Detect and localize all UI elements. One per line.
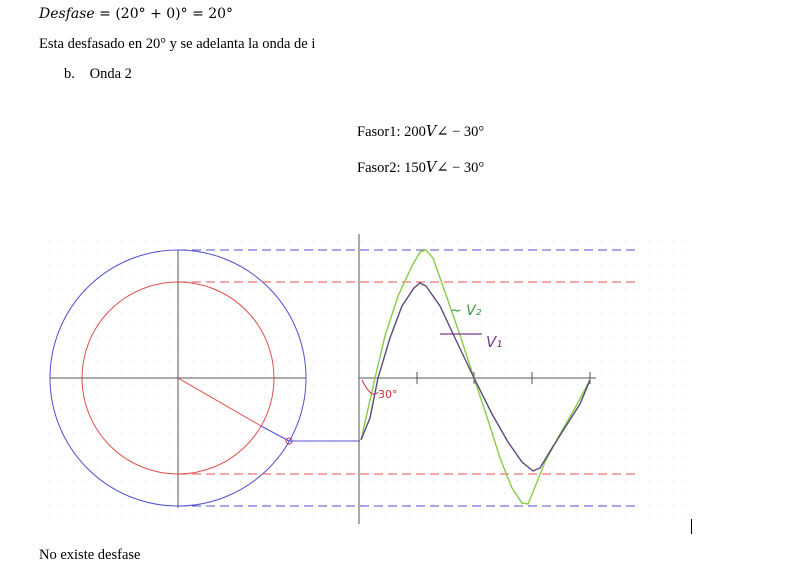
graph-paper-background xyxy=(46,232,690,527)
v1-annotation: V₁ xyxy=(486,333,502,351)
text-cursor xyxy=(691,519,692,534)
v2-annotation: ~ V₂ xyxy=(450,303,482,319)
conclusion-text: No existe desfase xyxy=(39,547,141,563)
phasor-waveform-diagram: ~ V₂ V₁ 30° xyxy=(46,232,690,527)
phase-angle-label: 30° xyxy=(378,388,398,401)
